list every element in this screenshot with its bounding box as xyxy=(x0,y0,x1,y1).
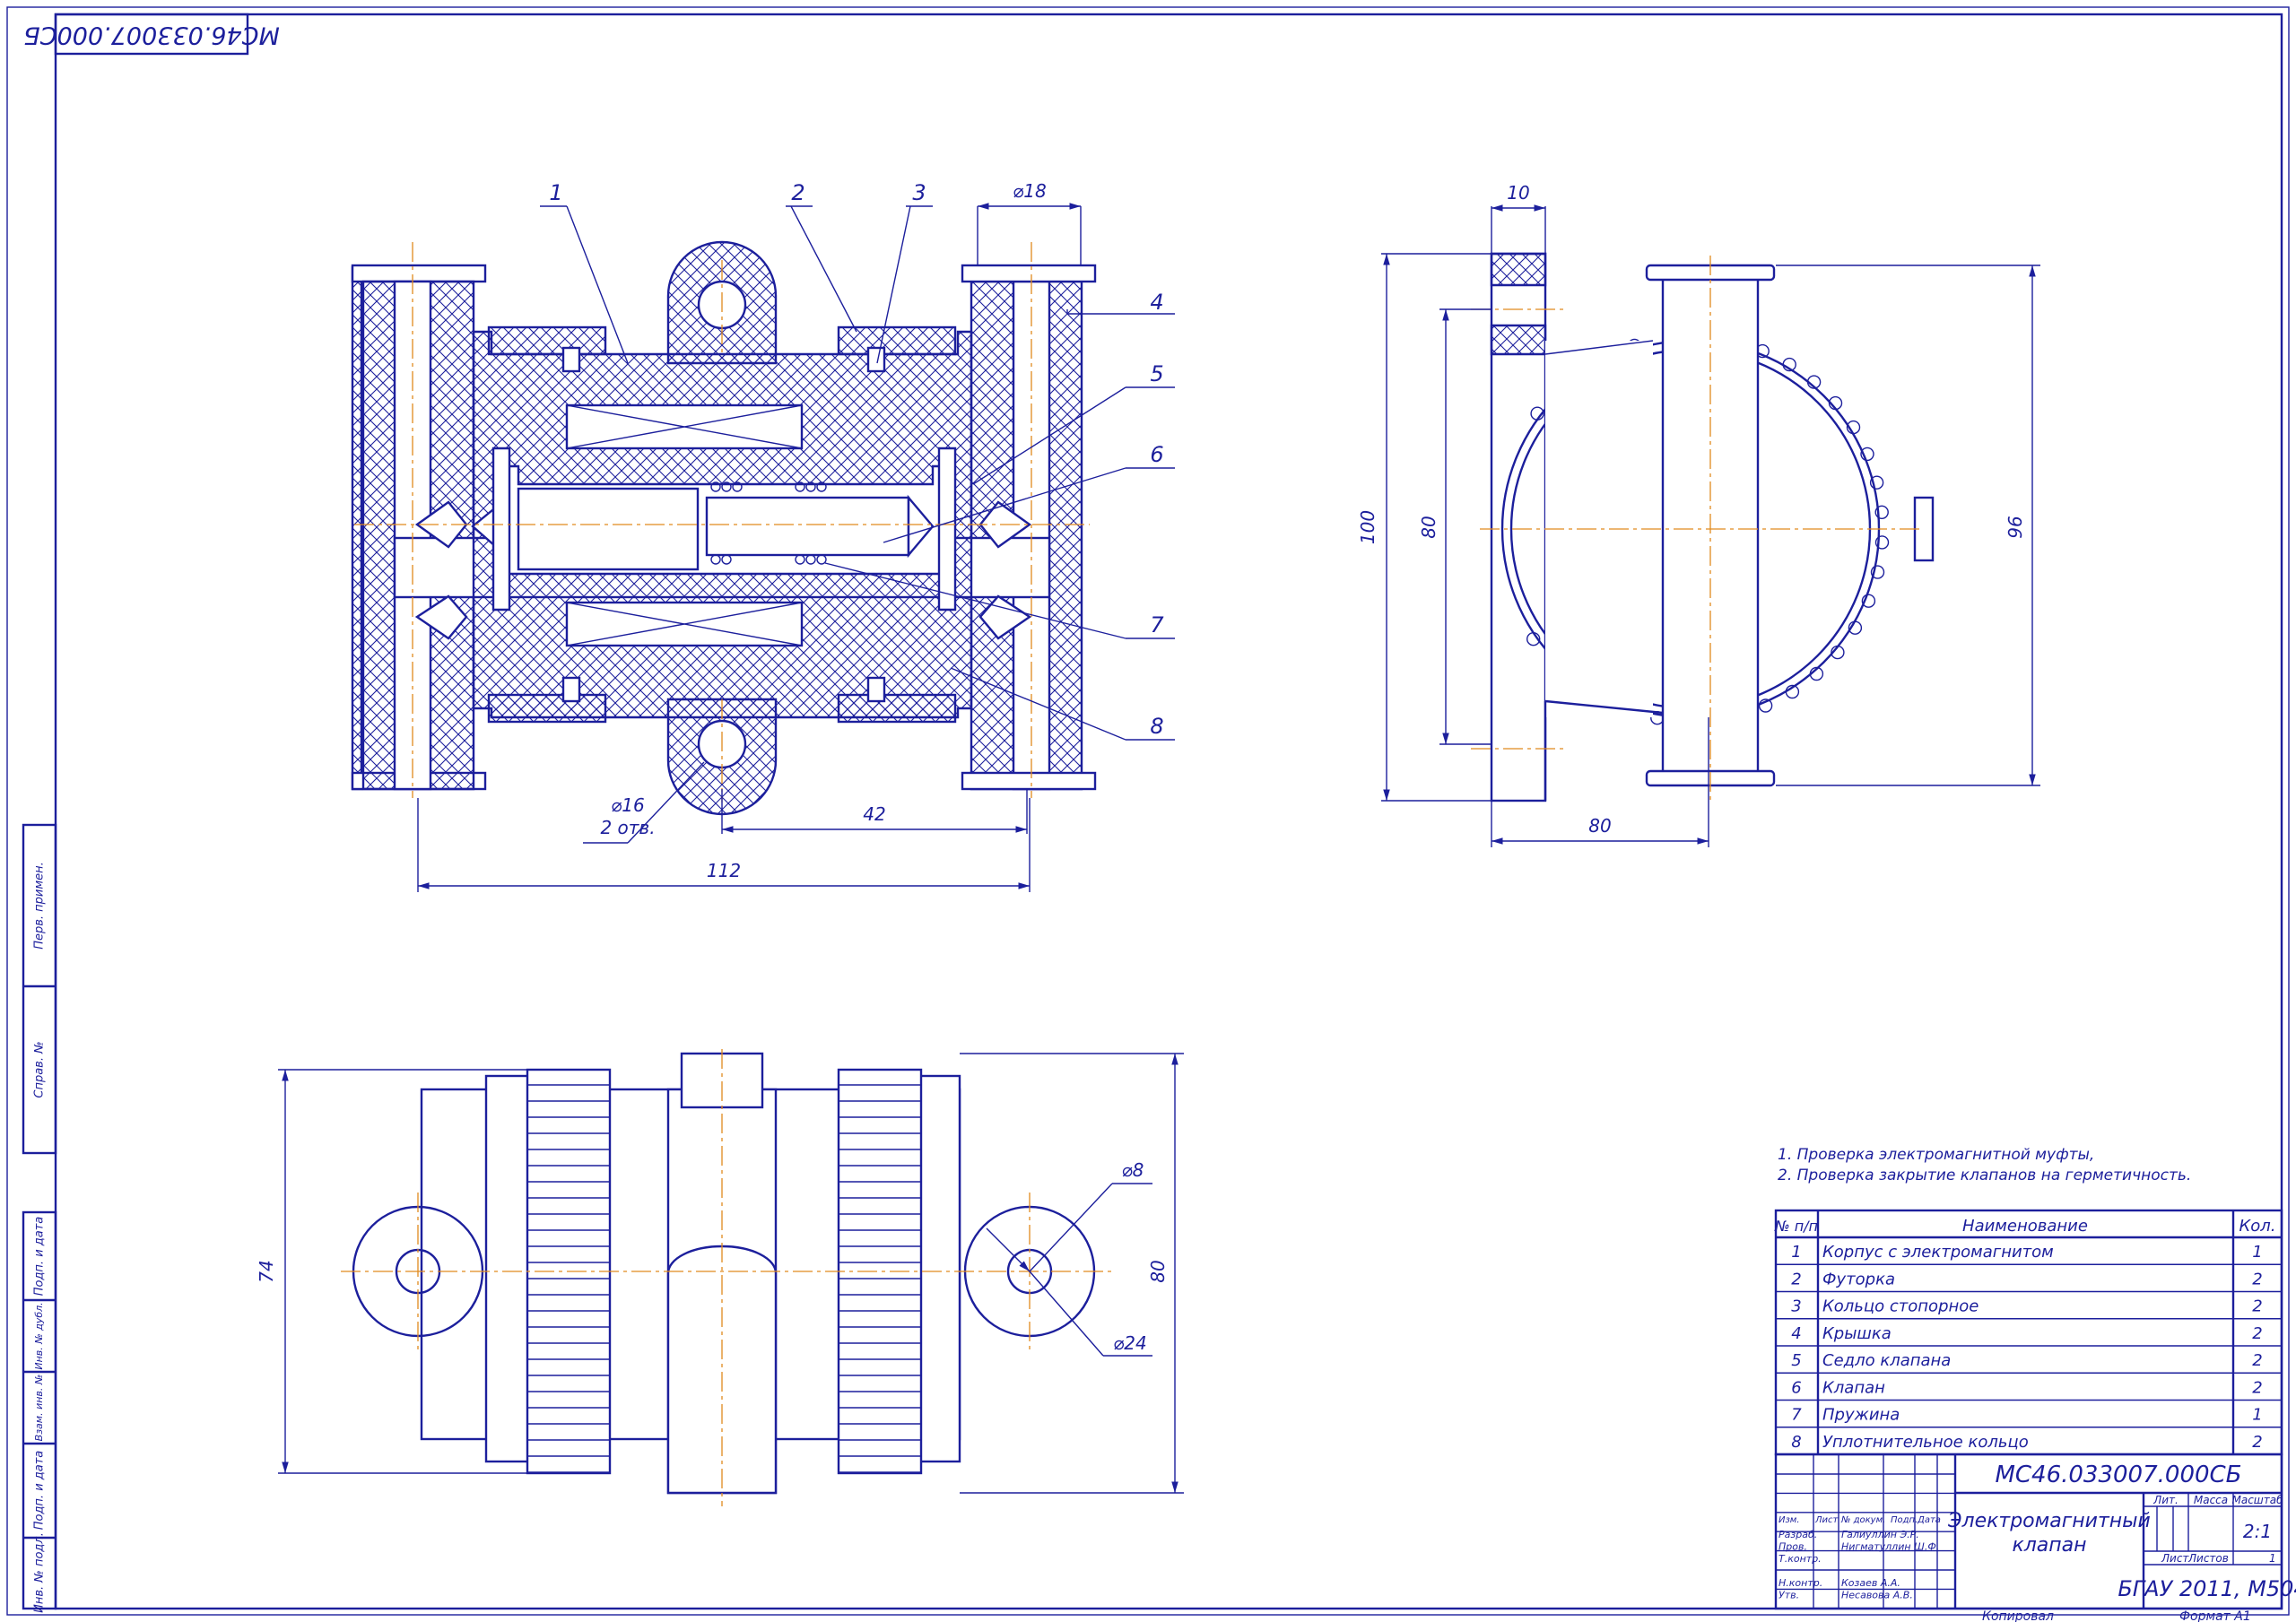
part-name: Седло клапана xyxy=(1822,1351,1951,1370)
dim-42: 42 xyxy=(863,803,885,825)
part-qty: 1 xyxy=(2252,1406,2262,1425)
part-qty: 2 xyxy=(2252,1378,2262,1397)
hdr-izm: Изм. xyxy=(1779,1515,1800,1525)
stamp-title-line2: клапан xyxy=(2012,1534,2086,1557)
table-header-name: Наименование xyxy=(1962,1217,2088,1236)
part-number: 6 xyxy=(1791,1378,1801,1397)
table-header-qty: Кол. xyxy=(2239,1217,2275,1236)
side-label: Инв. № дубл. xyxy=(33,1302,45,1369)
part-name: Уплотнительное кольцо xyxy=(1822,1433,2029,1452)
part-name: Крышка xyxy=(1822,1324,1892,1343)
stamp-person: Нигматуллин Ш.Ф. xyxy=(1841,1541,1939,1553)
side-label: Инв. № подл. xyxy=(33,1532,47,1613)
dim-96: 96 xyxy=(2005,516,2026,538)
part-number: 7 xyxy=(1791,1406,1802,1425)
dim-112: 112 xyxy=(707,860,741,881)
assembly-drawing: МС46.033007.000СБ Перв. примен. Справ. №… xyxy=(6,6,2296,1622)
part-qty: 2 xyxy=(2252,1270,2262,1288)
stamp-role: Утв. xyxy=(1779,1590,1799,1601)
side-label: Перв. примен. xyxy=(33,862,47,950)
stamp-code: МС46.033007.000СБ xyxy=(1995,1462,2241,1488)
stamp-org: БГАУ 2011, М504 xyxy=(2118,1576,2296,1601)
outer-border xyxy=(6,6,2290,1616)
title-block: Разраб. Галиуллин Э.Р. Пров. Нигматуллин Ш.… xyxy=(1774,1453,2296,1610)
part-number: 1 xyxy=(1791,1243,1801,1262)
stamp-sheet-total: 1 xyxy=(2269,1552,2276,1565)
part-number: 2 xyxy=(1791,1270,1801,1288)
dim-74: 74 xyxy=(256,1260,277,1282)
stamp-person: Несавова А.В. xyxy=(1841,1590,1913,1601)
leader-1: 1 xyxy=(549,180,562,205)
part-number: 5 xyxy=(1791,1351,1801,1370)
hdr-sign: Подп. xyxy=(1891,1515,1918,1525)
rotated-code-box: МС46.033007.000СБ xyxy=(23,13,280,56)
plunger xyxy=(517,487,700,571)
part-qty: 2 xyxy=(2252,1324,2262,1343)
dim-d18: ⌀18 xyxy=(1013,180,1047,202)
part-qty: 2 xyxy=(2252,1297,2262,1316)
stamp-title-line1: Электромагнитный xyxy=(1947,1510,2151,1532)
hdr-mass: Масса xyxy=(2194,1494,2228,1506)
rotated-code: МС46.033007.000СБ xyxy=(23,22,280,49)
side-view xyxy=(1471,252,1935,802)
stamp-person: Галиуллин Э.Р. xyxy=(1841,1529,1919,1540)
leader-3: 3 xyxy=(912,180,926,205)
part-number: 4 xyxy=(1791,1324,1801,1343)
hdr-list: Лист xyxy=(2161,1552,2189,1565)
stamp-role: Н.контр. xyxy=(1779,1577,1822,1589)
dim-d24: ⌀24 xyxy=(1113,1332,1147,1354)
leader-2: 2 xyxy=(791,180,804,205)
note-line: 2. Проверка закрытие клапанов на гермети… xyxy=(1778,1167,2191,1184)
format-label: Формат А1 xyxy=(2179,1609,2251,1622)
dim-80b: 80 xyxy=(1588,815,1611,837)
dim-d8: ⌀8 xyxy=(1122,1159,1144,1181)
part-name: Клапан xyxy=(1822,1378,1885,1397)
dim-d16: ⌀16 xyxy=(611,794,645,816)
stamp-role: Разраб. xyxy=(1779,1529,1817,1540)
hdr-lit: Лит. xyxy=(2152,1494,2179,1506)
stamp-person: Козаев А.А. xyxy=(1841,1577,1900,1589)
top-view xyxy=(341,1049,1112,1506)
leader-4: 4 xyxy=(1150,290,1163,315)
hdr-list-col: Лист xyxy=(1814,1515,1839,1525)
part-qty: 1 xyxy=(2252,1243,2262,1262)
table-header-num: № п/п xyxy=(1774,1218,1818,1235)
technical-notes: 1. Проверка электромагнитной муфты, 2. П… xyxy=(1778,1146,2191,1184)
stamp-scale: 2:1 xyxy=(2243,1521,2272,1542)
copied-label: Копировал xyxy=(1982,1609,2054,1622)
dim-100: 100 xyxy=(1357,510,1378,544)
part-qty: 2 xyxy=(2252,1351,2262,1370)
hdr-doc: № докум. xyxy=(1840,1515,1885,1525)
hdr-scale: Масштаб xyxy=(2231,1494,2283,1506)
parts-table: № п/п Наименование Кол. 1 Корпус с электр… xyxy=(1774,1209,2283,1456)
part-name: Пружина xyxy=(1822,1406,1900,1425)
dim-holes: 2 отв. xyxy=(600,817,655,838)
stamp-role: Пров. xyxy=(1779,1541,1807,1553)
side-strip: Перв. примен. Справ. № Подп. и дата Инв.… xyxy=(22,823,57,1613)
dim-10: 10 xyxy=(1507,182,1529,204)
stamp-role: Т.контр. xyxy=(1779,1553,1822,1565)
part-number: 3 xyxy=(1791,1297,1801,1316)
part-name: Кольцо стопорное xyxy=(1822,1297,1979,1316)
side-label: Подп. и дата xyxy=(33,1451,47,1531)
part-number: 8 xyxy=(1791,1433,1801,1452)
leader-8: 8 xyxy=(1150,714,1163,739)
leader-7: 7 xyxy=(1150,612,1164,638)
dim-80c: 80 xyxy=(1147,1260,1169,1282)
note-line: 1. Проверка электромагнитной муфты, xyxy=(1778,1146,2094,1164)
hdr-lists: Листов xyxy=(2187,1552,2229,1565)
side-label: Подп. и дата xyxy=(33,1217,47,1297)
side-label: Справ. № xyxy=(33,1041,47,1097)
part-qty: 2 xyxy=(2252,1433,2262,1452)
part-name: Футорка xyxy=(1822,1270,1895,1288)
part-name: Корпус с электромагнитом xyxy=(1822,1243,2054,1262)
side-label: Взам. инв. № xyxy=(33,1375,45,1442)
leader-6: 6 xyxy=(1150,442,1163,467)
leader-5: 5 xyxy=(1150,361,1163,386)
section-view xyxy=(351,240,1097,816)
hdr-date: Дата xyxy=(1917,1515,1941,1525)
dim-80a: 80 xyxy=(1418,516,1439,538)
